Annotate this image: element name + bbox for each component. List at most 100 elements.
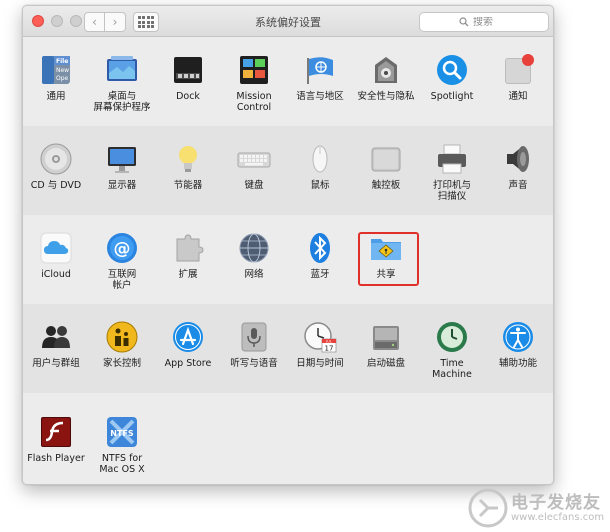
pref-dock[interactable]: Dock — [155, 53, 221, 102]
pref-mission-control[interactable]: Mission Control — [221, 53, 287, 113]
pref-label: 节能器 — [173, 180, 203, 191]
pref-label: 家长控制 — [102, 358, 141, 369]
pref-label: 通用 — [46, 91, 66, 102]
pref-flash-player[interactable]: Flash Player — [23, 415, 89, 464]
pref-displays[interactable]: 显示器 — [89, 142, 155, 191]
pref-time-machine[interactable]: Time Machine — [419, 320, 485, 380]
notifications-icon — [501, 53, 535, 87]
pref-label: 日期与时间 — [296, 358, 344, 369]
pref-energy-saver[interactable]: 节能器 — [155, 142, 221, 191]
watermark-logo-icon — [468, 488, 508, 528]
pref-label: 键盘 — [244, 180, 264, 191]
search-icon — [459, 17, 469, 27]
printers-scanners-icon — [435, 142, 469, 176]
svg-text:@: @ — [114, 239, 131, 259]
security-privacy-icon — [369, 53, 403, 87]
watermark-text: 电子发烧友 — [511, 493, 601, 513]
pref-security-privacy[interactable]: 安全性与隐私 — [353, 53, 419, 102]
pref-printers-scanners[interactable]: 打印机与 扫描仪 — [419, 142, 485, 202]
pref-label: Spotlight — [430, 91, 474, 102]
pref-parental-controls[interactable]: 家长控制 — [89, 320, 155, 369]
desktop-screensaver-icon — [105, 53, 139, 87]
svg-text:17: 17 — [325, 345, 334, 353]
language-region-icon — [303, 53, 337, 87]
pref-label: 声音 — [508, 180, 528, 191]
pref-label: NTFS for Mac OS X — [99, 453, 145, 475]
trackpad-icon — [369, 142, 403, 176]
pref-app-store[interactable]: App Store — [155, 320, 221, 369]
search-field[interactable] — [419, 12, 549, 32]
pref-general[interactable]: File New Ope 通用 — [23, 53, 89, 102]
pref-label: 辅助功能 — [498, 358, 537, 369]
pref-spotlight[interactable]: Spotlight — [419, 53, 485, 102]
pref-keyboard[interactable]: 键盘 — [221, 142, 287, 191]
pref-extensions[interactable]: 扩展 — [155, 231, 221, 280]
pref-mouse[interactable]: 鼠标 — [287, 142, 353, 191]
pref-label: 安全性与隐私 — [357, 91, 415, 102]
pref-label: 触控板 — [371, 180, 401, 191]
pref-label: 打印机与 扫描仪 — [432, 180, 471, 202]
network-icon — [237, 231, 271, 265]
watermark-url: www.elecfans.com — [511, 512, 605, 523]
mission-control-icon — [237, 53, 271, 87]
sharing-highlight-box — [358, 232, 419, 286]
date-time-icon: JUL 17 — [303, 320, 337, 354]
section-internet-wireless: iCloud @ 互联网 帐户 扩展 网络 蓝牙 共享 — [23, 215, 553, 305]
pref-language-region[interactable]: 语言与地区 — [287, 53, 353, 102]
pref-label: 语言与地区 — [296, 91, 344, 102]
startup-disk-icon — [369, 320, 403, 354]
pref-cd-dvd[interactable]: CD 与 DVD — [23, 142, 89, 191]
parental-controls-icon — [105, 320, 139, 354]
pref-notifications[interactable]: 通知 — [485, 53, 551, 102]
pref-startup-disk[interactable]: 启动磁盘 — [353, 320, 419, 369]
bluetooth-icon — [303, 231, 337, 265]
watermark: 电子发烧友 www.elecfans.com — [466, 486, 606, 530]
pref-label: 互联网 帐户 — [107, 269, 137, 291]
general-icon: File New Ope — [39, 53, 73, 87]
dictation-speech-icon — [237, 320, 271, 354]
pref-label: App Store — [164, 358, 212, 369]
energy-saver-icon — [171, 142, 205, 176]
pref-label: 通知 — [508, 91, 528, 102]
pref-label: 扩展 — [178, 269, 198, 280]
svg-text:Ope: Ope — [56, 75, 69, 82]
pref-label: 启动磁盘 — [366, 358, 405, 369]
pref-label: CD 与 DVD — [30, 180, 82, 191]
pref-label: 用户与群组 — [32, 358, 80, 369]
pref-dictation-speech[interactable]: 听写与语音 — [221, 320, 287, 369]
pref-internet-accounts[interactable]: @ 互联网 帐户 — [89, 231, 155, 291]
spotlight-icon — [435, 53, 469, 87]
sound-icon — [501, 142, 535, 176]
app-store-icon — [171, 320, 205, 354]
pref-icloud[interactable]: iCloud — [23, 231, 89, 280]
pref-date-time[interactable]: JUL 17 日期与时间 — [287, 320, 353, 369]
accessibility-icon — [501, 320, 535, 354]
pref-label: 听写与语音 — [230, 358, 278, 369]
pref-desktop-screensaver[interactable]: 桌面与 屏幕保护程序 — [89, 53, 155, 113]
pref-network[interactable]: 网络 — [221, 231, 287, 280]
cd-dvd-icon — [39, 142, 73, 176]
pref-label: 蓝牙 — [310, 269, 330, 280]
extensions-icon — [171, 231, 205, 265]
pref-label: Dock — [176, 91, 200, 102]
pref-accessibility[interactable]: 辅助功能 — [485, 320, 551, 369]
system-preferences-window: ‹ › 系统偏好设置 搜索 File New Ope 通用 桌面与 屏幕保护程序… — [22, 5, 554, 485]
pref-ntfs[interactable]: NTFS NTFS for Mac OS X — [89, 415, 155, 475]
svg-text:File: File — [56, 58, 68, 65]
title-bar: ‹ › 系统偏好设置 — [23, 6, 553, 37]
svg-text:NTFS: NTFS — [110, 429, 134, 438]
pref-trackpad[interactable]: 触控板 — [353, 142, 419, 191]
pref-sound[interactable]: 声音 — [485, 142, 551, 191]
icloud-icon — [39, 231, 73, 265]
flash-player-icon — [39, 415, 73, 449]
section-system: 用户与群组 家长控制 App Store 听写与语音 JUL 17 日期与时间 … — [23, 304, 553, 394]
section-hardware: CD 与 DVD 显示器 节能器 键盘 鼠标 触控板 打印机与 扫描仪 声音 — [23, 126, 553, 216]
dock-icon — [171, 53, 205, 87]
section-other: Flash Player NTFS NTFS for Mac OS X — [23, 393, 553, 484]
pref-label: Mission Control — [236, 91, 272, 113]
search-input[interactable] — [473, 16, 509, 28]
section-personal: File New Ope 通用 桌面与 屏幕保护程序 Dock Mission … — [23, 37, 553, 127]
pref-users-groups[interactable]: 用户与群组 — [23, 320, 89, 369]
pref-bluetooth[interactable]: 蓝牙 — [287, 231, 353, 280]
time-machine-icon — [435, 320, 469, 354]
